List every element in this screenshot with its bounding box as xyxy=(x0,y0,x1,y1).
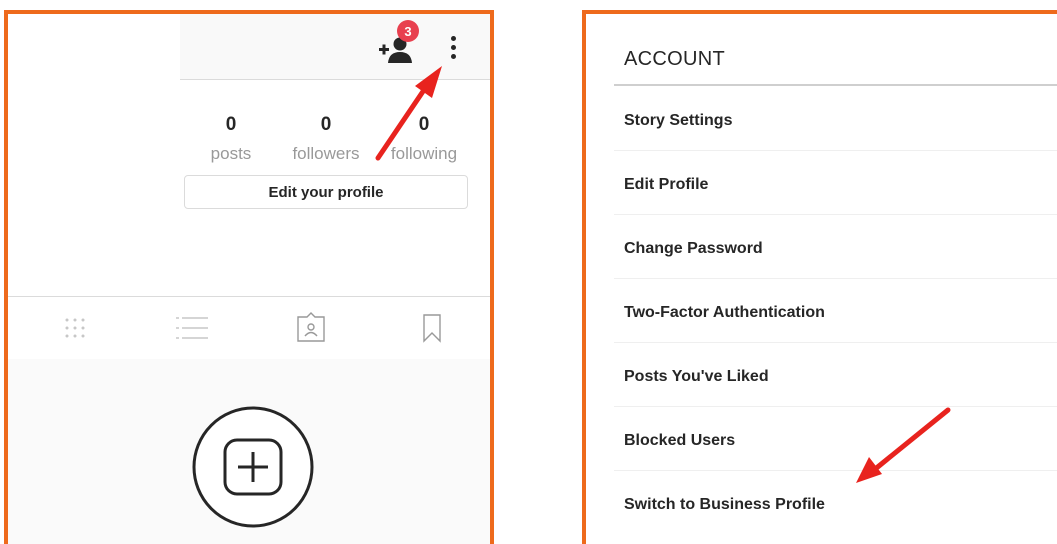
arrow-to-business-profile xyxy=(856,407,951,483)
annotation-arrows xyxy=(375,66,951,483)
arrow-to-options-icon xyxy=(375,66,442,161)
